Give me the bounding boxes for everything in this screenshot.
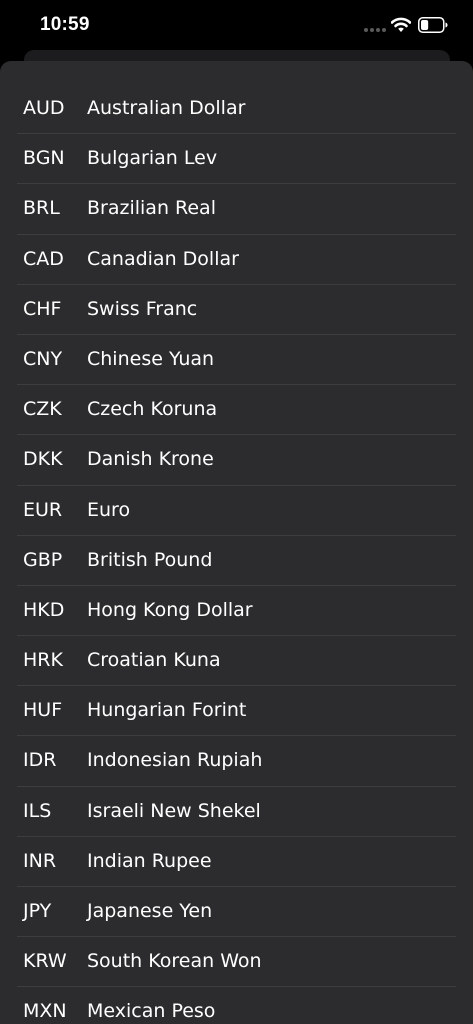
battery-icon [418,17,448,33]
status-time: 10:59 [40,14,90,35]
currency-name: Euro [87,498,131,521]
currency-name: South Korean Won [87,950,262,973]
currency-code: BGN [23,147,65,170]
currency-row-gbp[interactable]: GBP British Pound [0,536,473,587]
currency-code: ILS [23,799,52,822]
currency-code: JPY [23,900,52,922]
signal-dots-icon [364,27,386,33]
currency-name: Indonesian Rupiah [87,749,263,772]
currency-code: HRK [23,649,63,672]
currency-code: CAD [23,247,64,270]
currency-row-brl[interactable]: BRL Brazilian Real [0,184,473,235]
currency-name: British Pound [87,548,213,571]
currency-row-eur[interactable]: EUR Euro [0,486,473,536]
currency-code: EUR [23,498,63,521]
currency-row-hkd[interactable]: HKD Hong Kong Dollar [0,586,473,637]
currency-name: Swiss Franc [87,297,198,320]
currency-row-cad[interactable]: CAD Canadian Dollar [0,235,473,285]
currency-row-hrk[interactable]: HRK Croatian Kuna [0,636,473,687]
currency-name: Australian Dollar [87,97,246,119]
currency-name: Croatian Kuna [87,649,221,672]
currency-row-cny[interactable]: CNY Chinese Yuan [0,335,473,386]
currency-name: Mexican Peso [87,1000,216,1023]
currency-name: Czech Koruna [87,398,218,421]
status-bar: 10:59 [0,0,473,50]
currency-code: AUD [23,97,65,119]
currency-row-czk[interactable]: CZK Czech Koruna [0,385,473,436]
currency-name: Indian Rupee [87,849,212,872]
currency-row-jpy[interactable]: JPY Japanese Yen [0,887,473,938]
currency-code: MXN [23,1000,67,1023]
currency-name: Brazilian Real [87,197,216,220]
currency-name: Chinese Yuan [87,347,215,370]
currency-name: Japanese Yen [87,900,213,922]
currency-row-bgn[interactable]: BGN Bulgarian Lev [0,134,473,185]
currency-sheet: AUD Australian Dollar BGN Bulgarian Lev BRL B… [0,61,473,1024]
currency-row-dkk[interactable]: DKK Danish Krone [0,435,473,486]
currency-code: CZK [23,398,62,421]
currency-name: Hungarian Forint [87,699,247,722]
currency-code: IDR [23,749,57,772]
currency-row-krw[interactable]: KRW South Korean Won [0,937,473,988]
currency-code: INR [23,849,57,872]
currency-name: Canadian Dollar [87,247,239,270]
currency-row-ils[interactable]: ILS Israeli New Shekel [0,787,473,838]
currency-row-huf[interactable]: HUF Hungarian Forint [0,686,473,737]
currency-code: BRL [23,197,60,220]
currency-code: DKK [23,448,63,471]
currency-list: AUD Australian Dollar BGN Bulgarian Lev BRL B… [0,84,473,1024]
currency-name: Bulgarian Lev [87,147,218,170]
currency-name: Danish Krone [87,448,214,471]
currency-code: CNY [23,347,63,370]
currency-row-idr[interactable]: IDR Indonesian Rupiah [0,736,473,787]
currency-code: GBP [23,548,63,571]
currency-row-inr[interactable]: INR Indian Rupee [0,837,473,888]
screen: 10:59 AUD Australian Dollar BGN Bulgarian L… [0,0,473,1024]
currency-name: Hong Kong Dollar [87,598,253,621]
currency-code: HUF [23,699,63,722]
currency-row-chf[interactable]: CHF Swiss Franc [0,285,473,336]
currency-row-mxn[interactable]: MXN Mexican Peso [0,987,473,1024]
currency-code: KRW [23,950,67,973]
wifi-icon [391,17,411,32]
currency-code: CHF [23,297,62,320]
currency-row-aud[interactable]: AUD Australian Dollar [0,84,473,135]
currency-code: HKD [23,598,65,621]
currency-name: Israeli New Shekel [87,799,261,822]
